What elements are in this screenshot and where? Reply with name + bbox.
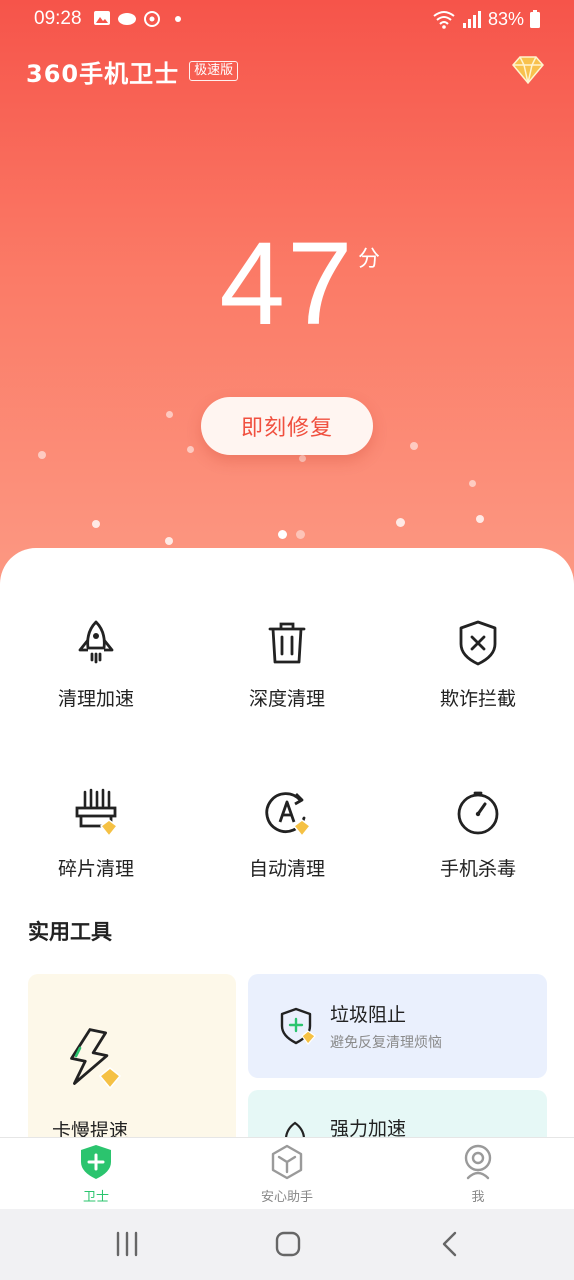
tool-power-boost[interactable]: 强力加速: [248, 1090, 547, 1138]
decor-dot: [299, 455, 306, 462]
section-title-tools: 实用工具: [28, 920, 112, 944]
tab-label: 安心助手: [260, 1190, 313, 1205]
decor-dot: [469, 480, 476, 487]
tab-label: 我: [471, 1190, 485, 1205]
feature-label: 深度清理: [248, 688, 325, 710]
battery-icon: [530, 10, 540, 28]
status-time: 09:28: [34, 8, 82, 29]
tool-title: 卡慢提速: [52, 1120, 129, 1138]
app-header: 360手机卫士 极速版: [26, 56, 239, 88]
shield-x-icon: [459, 620, 497, 666]
feature-shred-clean[interactable]: 碎片清理: [16, 788, 176, 881]
feature-label: 欺诈拦截: [439, 688, 516, 710]
notification-icons: [94, 11, 181, 27]
boost-icon: [284, 1121, 306, 1138]
lightning-icon: [70, 1028, 122, 1090]
trash-icon: [268, 622, 306, 664]
decor-dot: [476, 515, 484, 523]
home-icon[interactable]: [274, 1230, 302, 1258]
tab-assistant[interactable]: 安心助手: [227, 1144, 347, 1205]
feature-deep-clean[interactable]: 深度清理: [207, 618, 367, 711]
system-nav-bar: [0, 1209, 574, 1280]
recent-apps-icon[interactable]: [113, 1231, 141, 1257]
signal-icon: [462, 11, 481, 28]
wifi-icon: [433, 11, 455, 29]
security-score: 47 分: [0, 225, 574, 343]
pager-dot[interactable]: [296, 530, 305, 539]
pager-dot-active[interactable]: [278, 530, 287, 539]
decor-dot: [410, 442, 418, 450]
decor-dot: [165, 537, 173, 545]
main-card: 清理加速 深度清理 欺诈拦截 碎片清理 自动清理 手机杀毒 实用工具 卡慢提速 …: [0, 548, 574, 1138]
auto-clean-icon: [265, 792, 312, 838]
feature-auto-clean[interactable]: 自动清理: [207, 788, 367, 881]
bottom-tab-bar: 卫士 安心助手 我: [0, 1137, 574, 1210]
rocket-icon: [78, 620, 114, 664]
assistant-icon: [271, 1144, 303, 1180]
tab-label: 卫士: [82, 1190, 109, 1205]
tool-lag-boost[interactable]: 卡慢提速: [28, 974, 236, 1138]
shield-plus-icon: [280, 1007, 316, 1045]
status-bar: 09:28 83%: [0, 0, 574, 40]
shredder-icon: [75, 788, 119, 838]
feature-label: 自动清理: [248, 858, 325, 880]
tab-me[interactable]: 我: [418, 1144, 538, 1205]
fix-now-button[interactable]: 即刻修复: [201, 397, 373, 455]
tool-title: 垃圾阻止: [330, 1004, 407, 1026]
diamond-icon[interactable]: [510, 52, 546, 88]
shield-plus-icon: [81, 1145, 111, 1179]
edition-badge: 极速版: [189, 61, 239, 81]
battery-percent: 83%: [487, 8, 524, 29]
back-icon[interactable]: [438, 1230, 462, 1258]
decor-dot: [92, 520, 100, 528]
tool-subtitle: 避免反复清理烦恼: [330, 1035, 442, 1051]
profile-icon: [464, 1144, 492, 1180]
decor-dot: [38, 451, 46, 459]
score-unit: 分: [358, 247, 381, 272]
tool-title: 强力加速: [330, 1118, 407, 1138]
decor-dot: [166, 411, 173, 418]
feature-label: 手机杀毒: [439, 858, 516, 880]
decor-dot: [187, 446, 194, 453]
feature-label: 碎片清理: [57, 858, 134, 880]
feature-label: 清理加速: [57, 688, 134, 710]
hero-banner: 09:28 83% 360手机卫士 极速版 47 分 即刻修复: [0, 0, 574, 600]
feature-clean-speed[interactable]: 清理加速: [16, 618, 176, 711]
decor-dot: [396, 518, 405, 527]
app-logo: 360手机卫士: [26, 59, 180, 88]
antivirus-icon: [457, 791, 499, 835]
feature-fraud-block[interactable]: 欺诈拦截: [398, 618, 558, 711]
tool-junk-block[interactable]: 垃圾阻止 避免反复清理烦恼: [248, 974, 547, 1078]
score-value: 47: [219, 218, 355, 350]
tab-guard[interactable]: 卫士: [36, 1144, 156, 1205]
feature-antivirus[interactable]: 手机杀毒: [398, 788, 558, 881]
